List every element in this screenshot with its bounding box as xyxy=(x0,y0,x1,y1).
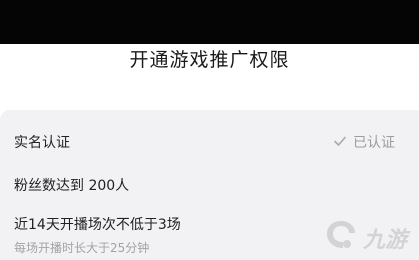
jiuyou-watermark: 九游 xyxy=(323,216,413,256)
top-bar xyxy=(0,0,419,44)
verified-status: 已认证 xyxy=(333,132,395,152)
check-icon xyxy=(334,136,346,146)
live-duration-hint: 每场开播时长大于25分钟 xyxy=(14,241,150,255)
followers-requirement: 粉丝数达到 200人 xyxy=(14,178,130,194)
verified-status-label: 已认证 xyxy=(353,135,395,151)
page-title: 开通游戏推广权限 xyxy=(129,49,290,71)
live-sessions-requirement: 近14天开播场次不低于3场 xyxy=(14,217,181,233)
jiuyou-logo-icon xyxy=(327,221,355,248)
watermark-text: 九游 xyxy=(363,228,408,253)
real-name-requirement: 实名认证 xyxy=(14,135,70,151)
